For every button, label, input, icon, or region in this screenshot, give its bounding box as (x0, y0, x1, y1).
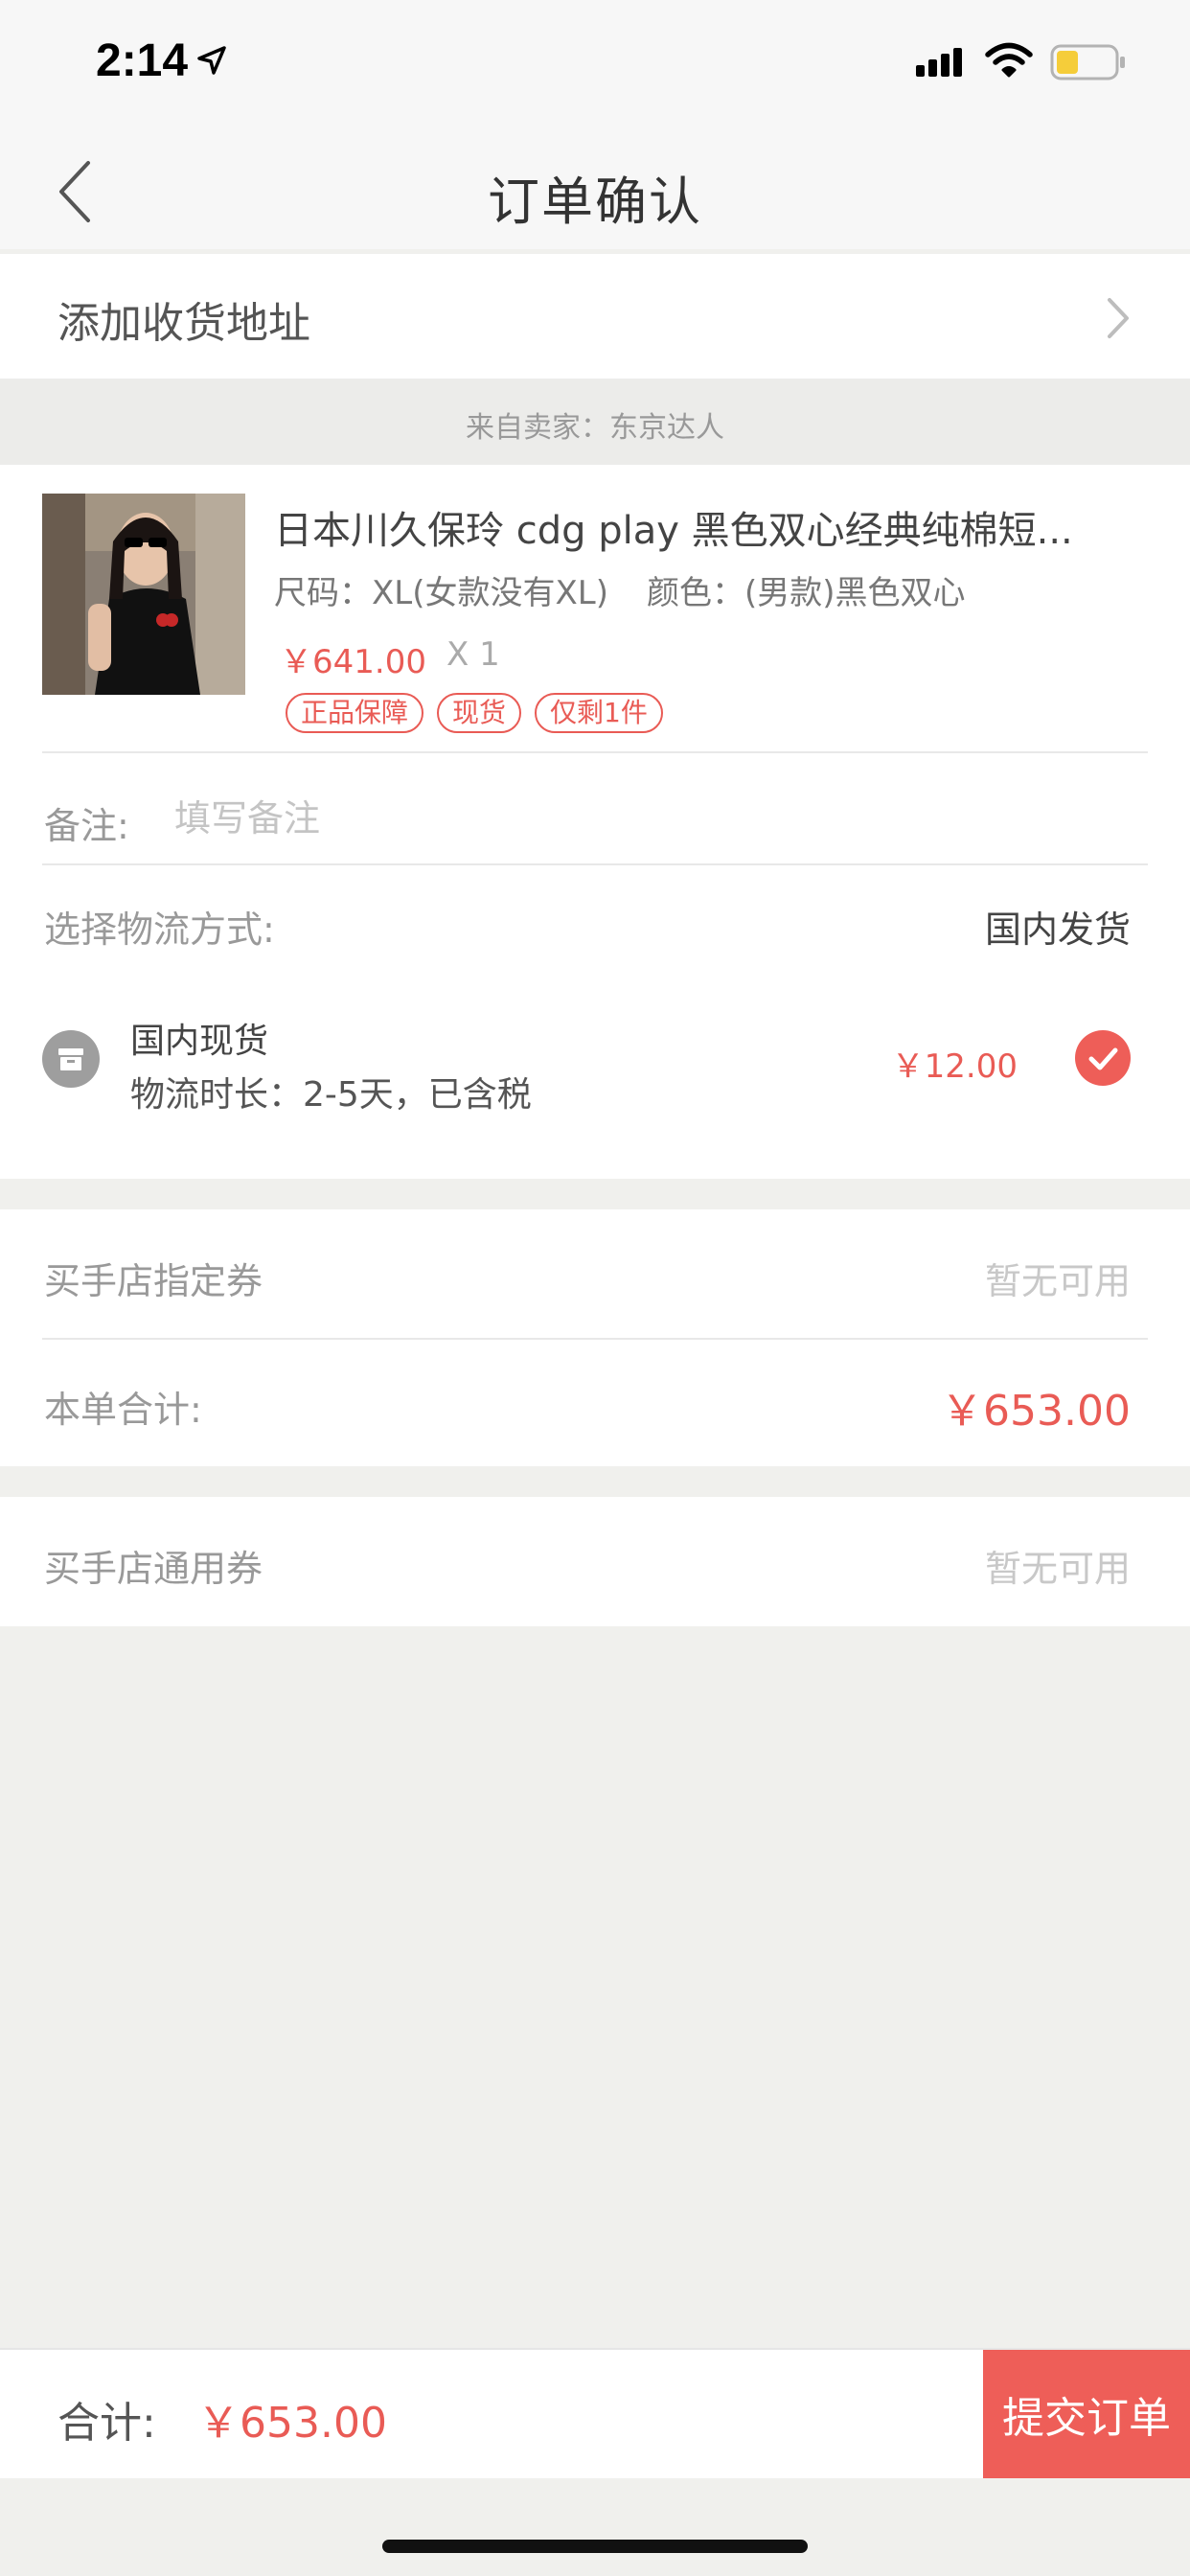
tag-authentic: 正品保障 (286, 693, 424, 733)
store-coupon-label: 买手店指定券 (44, 1260, 263, 1302)
general-coupon-label: 买手店通用券 (44, 1548, 263, 1590)
remark-input[interactable] (172, 791, 1039, 846)
add-address-row[interactable]: 添加收货地址 (0, 254, 1190, 379)
seller-section-header: 来自卖家：东京达人 (0, 379, 1190, 465)
product-image[interactable] (42, 494, 245, 695)
product-price: ￥641.00 (280, 643, 426, 681)
home-indicator[interactable] (382, 2540, 808, 2553)
submit-order-button[interactable]: 提交订单 (983, 2350, 1190, 2478)
total-label: 合计: (57, 2399, 156, 2448)
tag-in-stock: 现货 (437, 693, 522, 733)
order-item-card: 日本川久保玲 cdg play 黑色双心经典纯棉短... 尺码：XL(女款没有X… (0, 465, 1190, 1179)
product-color: 颜色：(男款)黑色双心 (647, 574, 966, 612)
general-coupon-value: 暂无可用 (984, 1548, 1131, 1590)
shipping-method-value[interactable]: 国内发货 (985, 900, 1131, 953)
shipping-option-price: ￥12.00 (891, 1047, 1018, 1086)
divider (42, 863, 1148, 865)
package-box-icon (42, 1030, 100, 1092)
page-title: 订单确认 (488, 172, 702, 232)
shipping-option-name: 国内现货 (130, 1022, 269, 1061)
battery-icon (1050, 44, 1127, 86)
general-coupon-card[interactable]: 买手店通用券 暂无可用 (0, 1497, 1190, 1626)
status-bar: 2:14 (0, 0, 1190, 134)
subtotal-label: 本单合计: (44, 1389, 202, 1431)
cellular-signal-icon (916, 46, 968, 82)
wifi-icon (985, 42, 1033, 82)
divider (42, 751, 1148, 753)
product-tags: 正品保障 现货 仅剩1件 (286, 693, 663, 733)
shipping-method-label: 选择物流方式: (44, 908, 275, 951)
subtotal-value: ￥653.00 (941, 1387, 1131, 1436)
seller-name: 来自卖家：东京达人 (466, 411, 724, 445)
product-quantity: X 1 (446, 635, 500, 674)
coupon-summary-card: 买手店指定券 暂无可用 本单合计: ￥653.00 (0, 1209, 1190, 1466)
remark-label: 备注: (44, 805, 129, 847)
chevron-right-icon (1104, 296, 1133, 344)
status-time: 2:14 (96, 35, 189, 86)
checkout-bar: 合计: ￥653.00 提交订单 (0, 2348, 1190, 2478)
location-arrow-icon (195, 44, 228, 80)
shipping-option-duration: 物流时长：2-5天，已含税 (130, 1075, 532, 1115)
divider (42, 1338, 1148, 1340)
product-title[interactable]: 日本川久保玲 cdg play 黑色双心经典纯棉短... (274, 499, 1117, 555)
add-address-label: 添加收货地址 (57, 299, 310, 348)
product-size: 尺码：XL(女款没有XL) (274, 574, 608, 612)
checkmark-icon[interactable] (1075, 1030, 1131, 1090)
total-value: ￥653.00 (197, 2399, 387, 2448)
navigation-bar: 订单确认 (0, 134, 1190, 249)
tag-last-item: 仅剩1件 (535, 693, 663, 733)
store-coupon-value: 暂无可用 (984, 1260, 1131, 1302)
product-spec: 尺码：XL(女款没有XL) 颜色：(男款)黑色双心 (274, 566, 966, 613)
